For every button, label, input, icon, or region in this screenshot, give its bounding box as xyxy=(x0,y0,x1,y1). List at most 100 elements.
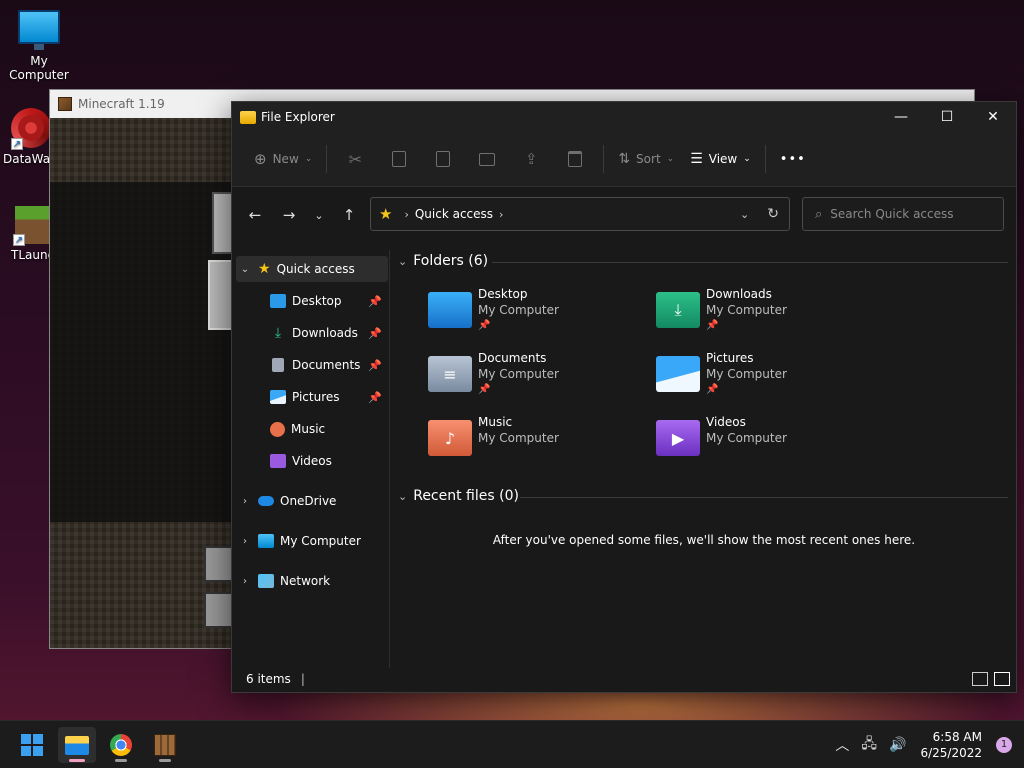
more-options-button[interactable]: ••• xyxy=(772,143,814,175)
back-button[interactable]: ← xyxy=(240,200,270,230)
minimize-button[interactable]: — xyxy=(878,102,924,132)
shortcut-arrow-icon: ↗ xyxy=(13,234,25,246)
forward-button[interactable]: → xyxy=(274,200,304,230)
pin-icon: 📌 xyxy=(478,384,491,395)
chevron-down-icon[interactable]: ⌄ xyxy=(236,264,254,275)
sidebar-item-pictures[interactable]: Pictures 📌 xyxy=(236,384,388,410)
maximize-button[interactable]: ☐ xyxy=(924,102,970,132)
pin-icon[interactable]: 📌 xyxy=(368,391,382,404)
copy-button[interactable] xyxy=(385,143,413,175)
view-label: View xyxy=(708,152,738,166)
sidebar-item-label: My Computer xyxy=(280,534,361,548)
chevron-up-icon[interactable]: ︿ xyxy=(835,735,849,755)
pictures-folder-icon xyxy=(656,356,700,392)
folder-tile-downloads[interactable]: ⤓ Downloads My Computer 📌 xyxy=(656,286,787,334)
chevron-down-icon[interactable]: ⌄ xyxy=(398,255,407,268)
tiles-view-icon[interactable] xyxy=(994,672,1010,686)
notification-badge[interactable]: 1 xyxy=(996,737,1012,753)
clock[interactable]: 6:58 AM 6/25/2022 xyxy=(920,729,982,761)
search-box[interactable]: ⌕ xyxy=(802,197,1004,231)
start-button[interactable] xyxy=(13,727,51,763)
arrow-up-icon: ↑ xyxy=(342,206,356,224)
status-divider: | xyxy=(300,672,305,686)
folder-tile-documents[interactable]: ≡ Documents My Computer 📌 xyxy=(428,350,559,398)
view-button[interactable]: ☰ View ⌄ xyxy=(682,143,759,175)
sidebar-item-label: OneDrive xyxy=(280,494,337,508)
desktop-folder-icon xyxy=(428,292,472,328)
pin-icon[interactable]: 📌 xyxy=(368,295,382,308)
address-bar[interactable]: ★ › Quick access › ⌄ ↻ xyxy=(370,197,790,231)
minecraft-button[interactable] xyxy=(204,592,234,628)
chevron-down-icon[interactable]: ⌄ xyxy=(398,490,407,503)
sidebar-item-network[interactable]: › Network xyxy=(236,568,388,594)
sort-button[interactable]: ⇅ Sort ⌄ xyxy=(610,143,682,175)
chevron-down-icon: ⌄ xyxy=(666,154,675,164)
chevron-right-icon[interactable]: › xyxy=(236,496,254,507)
sidebar-item-desktop[interactable]: Desktop 📌 xyxy=(236,288,388,314)
folder-tile-videos[interactable]: ▶ Videos My Computer xyxy=(656,414,787,456)
taskbar-file-explorer[interactable] xyxy=(58,727,96,763)
toolbar-divider xyxy=(764,145,766,173)
sidebar-item-onedrive[interactable]: › OneDrive xyxy=(236,488,388,514)
folder-tile-desktop[interactable]: Desktop My Computer 📌 xyxy=(428,286,559,334)
folder-location: My Computer xyxy=(706,303,787,317)
minecraft-button[interactable] xyxy=(204,546,234,582)
share-button[interactable]: ⇪ xyxy=(517,143,545,175)
datawag-icon: ↗ xyxy=(11,108,51,150)
search-input[interactable] xyxy=(830,207,991,221)
new-label: New xyxy=(272,152,299,166)
download-folder-icon: ⤓ xyxy=(656,292,700,328)
minecraft-title: Minecraft 1.19 xyxy=(78,97,165,111)
section-divider xyxy=(520,497,1008,498)
delete-button[interactable] xyxy=(561,143,589,175)
running-indicator xyxy=(115,759,127,762)
rename-button[interactable] xyxy=(473,143,501,175)
network-status-icon[interactable]: 🖧 xyxy=(861,733,877,757)
chevron-right-icon[interactable]: › xyxy=(499,208,503,221)
paste-button[interactable] xyxy=(429,143,457,175)
crafting-table-icon xyxy=(154,734,176,756)
recent-section-header[interactable]: ⌄ Recent files (0) xyxy=(398,488,519,504)
active-indicator xyxy=(69,759,85,762)
folder-tile-pictures[interactable]: Pictures My Computer 📌 xyxy=(656,350,787,398)
taskbar-chrome[interactable] xyxy=(102,727,140,763)
chevron-down-icon: ⌄ xyxy=(304,154,313,164)
sidebar-item-my-computer[interactable]: › My Computer xyxy=(236,528,388,554)
address-location[interactable]: Quick access xyxy=(415,207,493,221)
sidebar-item-videos[interactable]: Videos xyxy=(236,448,388,474)
volume-icon[interactable]: 🔊 xyxy=(889,737,906,753)
refresh-icon[interactable]: ↻ xyxy=(767,206,779,222)
pin-icon[interactable]: 📌 xyxy=(368,359,382,372)
clock-time: 6:58 AM xyxy=(932,730,982,744)
close-button[interactable]: ✕ xyxy=(970,102,1016,132)
folder-tile-music[interactable]: ♪ Music My Computer xyxy=(428,414,559,456)
sidebar-item-downloads[interactable]: ⤓ Downloads 📌 xyxy=(236,320,388,346)
sidebar-item-documents[interactable]: Documents 📌 xyxy=(236,352,388,378)
cut-button[interactable]: ✂ xyxy=(341,143,369,175)
explorer-titlebar[interactable]: File Explorer — ☐ ✕ xyxy=(232,102,1016,132)
new-button[interactable]: ⊕ New ⌄ xyxy=(246,143,320,175)
details-view-icon[interactable] xyxy=(972,672,988,686)
folders-section-header[interactable]: ⌄ Folders (6) xyxy=(398,253,488,269)
chevron-down-icon: ⌄ xyxy=(314,208,324,222)
music-folder-icon: ♪ xyxy=(428,420,472,456)
up-button[interactable]: ↑ xyxy=(334,200,364,230)
address-dropdown-icon[interactable]: ⌄ xyxy=(740,208,749,221)
file-explorer-window[interactable]: File Explorer — ☐ ✕ ⊕ New ⌄ ✂ ⇪ ⇅ Sort ⌄… xyxy=(231,101,1017,693)
videos-icon xyxy=(270,454,286,468)
pictures-icon xyxy=(270,390,286,404)
pin-icon[interactable]: 📌 xyxy=(368,327,382,340)
shortcut-arrow-icon: ↗ xyxy=(11,138,23,150)
taskbar-minecraft[interactable] xyxy=(146,727,184,763)
folder-name: Documents xyxy=(478,351,547,365)
taskbar: ︿ 🖧 🔊 6:58 AM 6/25/2022 1 xyxy=(0,720,1024,768)
sidebar-item-quick-access[interactable]: ⌄ ★ Quick access xyxy=(236,256,388,282)
recent-locations-button[interactable]: ⌄ xyxy=(308,200,330,230)
sidebar-item-label: Pictures xyxy=(292,390,340,404)
chevron-right-icon[interactable]: › xyxy=(236,576,254,587)
chevron-right-icon[interactable]: › xyxy=(236,536,254,547)
sidebar-item-label: Network xyxy=(280,574,331,588)
sidebar-item-music[interactable]: Music xyxy=(236,416,388,442)
desktop-icon-my-computer[interactable]: My Computer xyxy=(0,10,78,82)
star-icon: ★ xyxy=(379,205,393,223)
